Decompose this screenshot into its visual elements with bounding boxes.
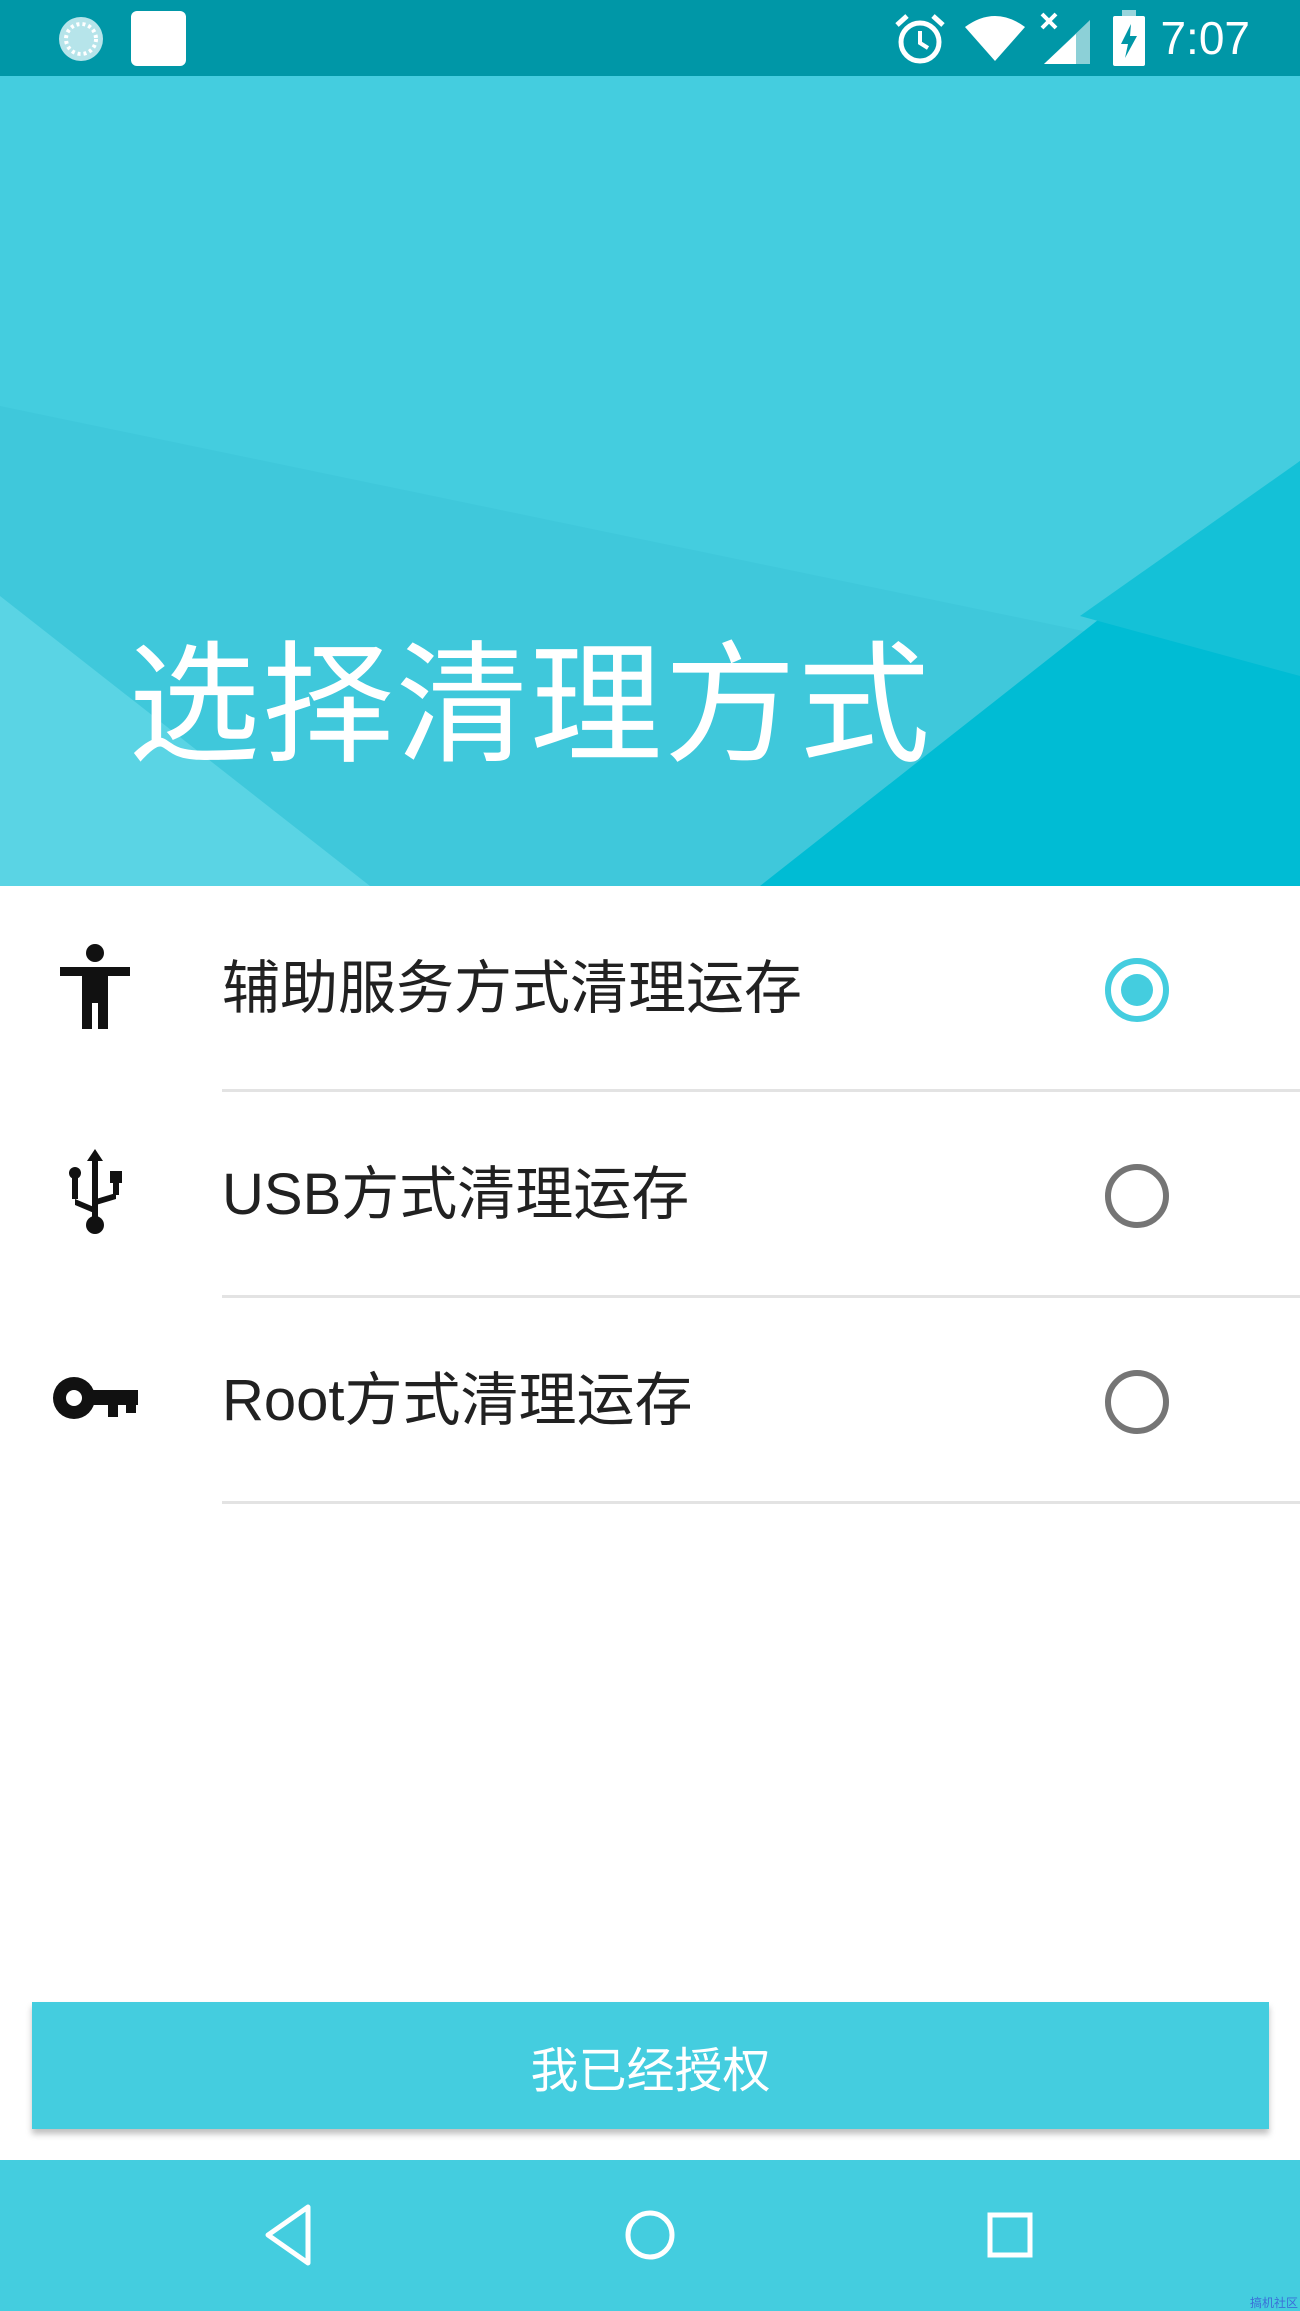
authorized-button[interactable]: 我已经授权	[32, 2002, 1269, 2129]
cleanup-method-list: 辅助服务方式清理运存 USB方式清理运存 Root方式清理运存	[0, 886, 1300, 1504]
usb-icon	[69, 1149, 122, 1234]
option-accessibility[interactable]: 辅助服务方式清理运存	[0, 886, 1300, 1092]
header-banner: 选择清理方式	[0, 76, 1300, 886]
accessibility-icon	[60, 944, 130, 1029]
status-time: 7:07	[1160, 12, 1250, 64]
loading-circle-icon	[59, 17, 103, 61]
cell-signal-icon	[1040, 12, 1090, 64]
back-icon[interactable]	[250, 2195, 330, 2275]
radio-unselected[interactable]	[1104, 1163, 1170, 1229]
navigation-bar: 搞机社区	[0, 2160, 1300, 2311]
divider	[222, 1501, 1300, 1504]
key-icon	[53, 1377, 138, 1419]
option-label: USB方式清理运存	[222, 1162, 690, 1227]
option-label: 辅助服务方式清理运存	[222, 956, 803, 1021]
radio-unselected[interactable]	[1104, 1369, 1170, 1435]
option-usb[interactable]: USB方式清理运存	[0, 1092, 1300, 1298]
recents-icon[interactable]	[970, 2195, 1050, 2275]
watermark-text: 搞机社区	[1249, 2296, 1298, 2310]
page-title: 选择清理方式	[128, 629, 932, 783]
status-bar: 7:07	[0, 0, 1300, 76]
app-square-icon	[131, 11, 186, 66]
home-icon[interactable]	[610, 2195, 690, 2275]
radio-selected[interactable]	[1104, 957, 1170, 1023]
battery-charging-icon	[1113, 10, 1145, 66]
alarm-icon	[895, 14, 945, 64]
option-root[interactable]: Root方式清理运存	[0, 1298, 1300, 1504]
option-label: Root方式清理运存	[222, 1368, 693, 1433]
wifi-icon	[965, 16, 1025, 61]
